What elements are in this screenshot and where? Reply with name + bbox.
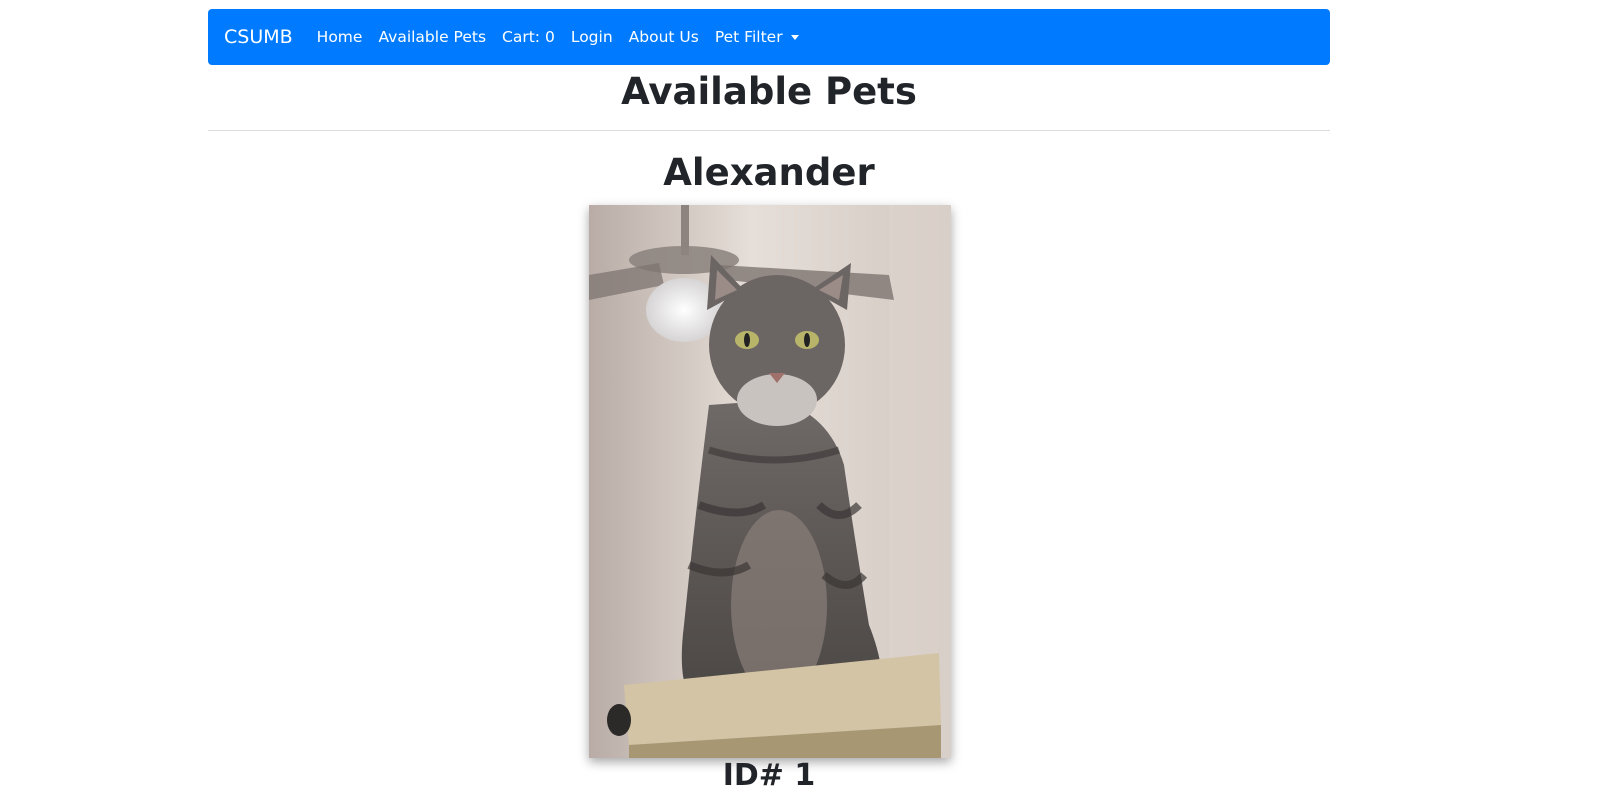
divider bbox=[208, 130, 1330, 131]
nav-link-available-pets[interactable]: Available Pets bbox=[378, 28, 486, 46]
pet-filter-label: Pet Filter bbox=[714, 28, 783, 46]
pet-name: Alexander bbox=[663, 151, 875, 194]
nav-link-about-us[interactable]: About Us bbox=[629, 28, 699, 46]
brand-link[interactable]: CSUMB bbox=[224, 26, 293, 48]
caret-down-icon bbox=[790, 34, 799, 40]
nav-link-login[interactable]: Login bbox=[571, 28, 613, 46]
nav-link-home[interactable]: Home bbox=[317, 28, 363, 46]
nav-link-cart[interactable]: Cart: 0 bbox=[502, 28, 555, 46]
pet-photo[interactable] bbox=[589, 205, 951, 758]
pet-id: ID# 1 bbox=[722, 758, 816, 793]
cat-photo-image bbox=[589, 205, 951, 758]
page-title: Available Pets bbox=[621, 70, 917, 113]
pet-filter-dropdown[interactable]: Pet Filter bbox=[715, 28, 799, 46]
page-container: CSUMB Home Available Pets Cart: 0 Login … bbox=[208, 0, 1330, 793]
navbar: CSUMB Home Available Pets Cart: 0 Login … bbox=[208, 9, 1330, 65]
